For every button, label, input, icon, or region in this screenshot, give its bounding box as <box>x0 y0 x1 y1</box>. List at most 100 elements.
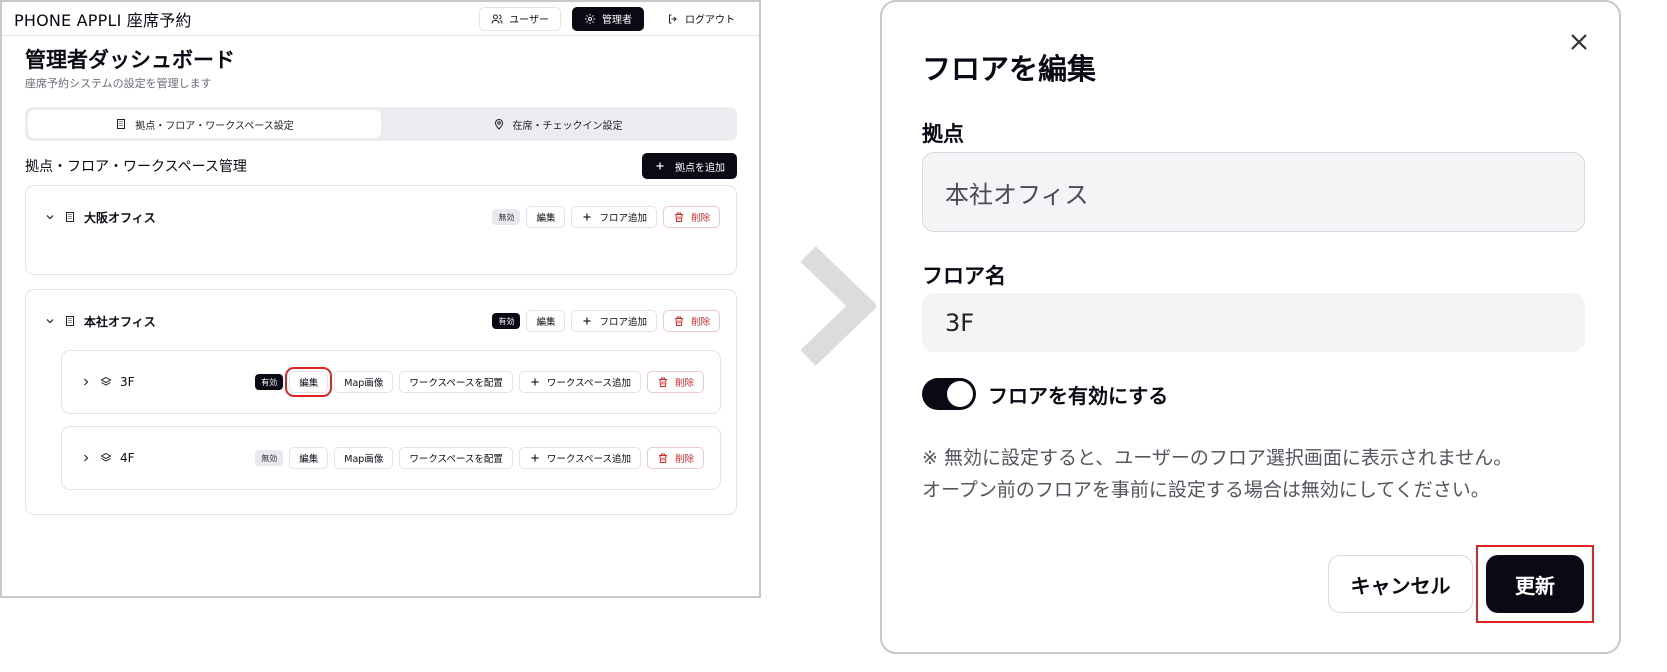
map-image-button[interactable]: Map画像 <box>334 371 394 393</box>
enable-floor-toggle[interactable] <box>922 378 976 410</box>
delete-floor-button[interactable]: 削除 <box>646 371 704 393</box>
edit-site-button[interactable]: 編集 <box>526 310 566 332</box>
note-line: オープン前のフロアを事前に設定する場合は無効にしてください。 <box>922 479 1490 501</box>
user-nav-label: ユーザー <box>509 15 549 26</box>
logout-label: ログアウト <box>685 15 735 26</box>
section-header: 拠点・フロア・ワークスペース管理 拠点を追加 <box>25 152 737 180</box>
close-icon[interactable] <box>1567 30 1591 54</box>
users-icon <box>491 13 503 25</box>
add-floor-label: フロア追加 <box>599 213 647 224</box>
delete-floor-button[interactable]: 削除 <box>646 447 704 469</box>
dialog-title: フロアを編集 <box>922 52 1097 86</box>
status-badge: 無効 <box>492 209 521 225</box>
page-title: 管理者ダッシュボード <box>25 48 235 72</box>
update-button[interactable]: 更新 <box>1486 555 1584 613</box>
add-floor-button[interactable]: フロア追加 <box>571 206 657 228</box>
building-icon <box>64 315 76 327</box>
admin-nav-label: 管理者 <box>602 15 632 26</box>
edit-site-button[interactable]: 編集 <box>526 206 566 228</box>
section-title: 拠点・フロア・ワークスペース管理 <box>25 159 247 175</box>
top-nav: ユーザー 管理者 ログアウト <box>479 6 747 31</box>
delete-label: 削除 <box>690 213 710 224</box>
cancel-button[interactable]: キャンセル <box>1328 555 1473 613</box>
site-row: 大阪オフィス 無効 編集 フロア追加 削除 <box>26 206 736 228</box>
add-workspace-label: ワークスペース追加 <box>546 454 631 465</box>
site-field-label: 拠点 <box>922 122 964 146</box>
delete-site-button[interactable]: 削除 <box>662 310 720 332</box>
site-card-osaka: 大阪オフィス 無効 編集 フロア追加 削除 <box>25 185 737 275</box>
plus-icon <box>581 315 593 327</box>
floor-card-3f: 3F 有効 編集 Map画像 ワークスペースを配置 ワークスペース追加 削除 <box>61 350 721 414</box>
tab-presence-checkin[interactable]: 在席・チェックイン設定 <box>381 110 734 138</box>
delete-label: 削除 <box>674 378 694 389</box>
logout-icon <box>667 13 679 25</box>
gear-icon <box>584 13 596 25</box>
plus-icon <box>529 376 541 388</box>
delete-label: 削除 <box>690 317 710 328</box>
map-image-button[interactable]: Map画像 <box>334 447 394 469</box>
add-workspace-button[interactable]: ワークスペース追加 <box>518 447 641 469</box>
floor-actions: 無効 編集 Map画像 ワークスペースを配置 ワークスペース追加 削除 <box>255 447 704 469</box>
chevron-right-icon[interactable] <box>80 452 92 464</box>
add-workspace-label: ワークスペース追加 <box>546 378 631 389</box>
app-title: PHONE APPLI 座席予約 <box>14 10 192 30</box>
toggle-knob <box>947 381 973 407</box>
user-nav-button[interactable]: ユーザー <box>479 6 561 31</box>
floor-name-label: フロア名 <box>922 264 1006 288</box>
page-subtitle: 座席予約システムの設定を管理します <box>25 77 212 90</box>
delete-site-button[interactable]: 削除 <box>662 206 720 228</box>
add-workspace-button[interactable]: ワークスペース追加 <box>518 371 641 393</box>
note-line: ※ 無効に設定すると、ユーザーのフロア選択画面に表示されません。 <box>922 447 1513 469</box>
floor-name: 4F <box>120 451 135 465</box>
location-pin-icon <box>493 118 505 130</box>
trash-icon <box>673 211 685 223</box>
trash-icon <box>657 376 669 388</box>
admin-dashboard-screen: PHONE APPLI 座席予約 ユーザー 管理者 ログアウト 管理者ダッシュボ… <box>0 0 761 598</box>
chevron-down-icon[interactable] <box>44 315 56 327</box>
chevron-right-icon <box>800 246 878 370</box>
floor-name: 3F <box>120 375 135 389</box>
building-icon <box>64 211 76 223</box>
tab-label: 在席・チェックイン設定 <box>512 120 623 132</box>
dashboard-header: 管理者ダッシュボード 座席予約システムの設定を管理します <box>2 36 759 91</box>
edit-floor-dialog: フロアを編集 拠点 本社オフィス フロア名 3F フロアを有効にする ※ 無効に… <box>880 0 1621 654</box>
tab-site-floor-workspace[interactable]: 拠点・フロア・ワークスペース設定 <box>28 110 381 138</box>
place-workspace-button[interactable]: ワークスペースを配置 <box>399 447 513 469</box>
trash-icon <box>657 452 669 464</box>
toggle-label: フロアを有効にする <box>988 383 1169 408</box>
delete-label: 削除 <box>674 454 694 465</box>
place-workspace-button[interactable]: ワークスペースを配置 <box>399 371 513 393</box>
add-floor-label: フロア追加 <box>599 317 647 328</box>
site-actions: 無効 編集 フロア追加 削除 <box>492 206 720 228</box>
site-actions: 有効 編集 フロア追加 削除 <box>492 310 720 332</box>
floor-name-input[interactable]: 3F <box>922 293 1585 352</box>
edit-floor-button[interactable]: 編集 <box>285 367 333 397</box>
status-badge: 有効 <box>255 374 284 390</box>
layers-icon <box>100 376 112 388</box>
status-badge: 無効 <box>255 450 284 466</box>
floor-row: 3F 有効 編集 Map画像 ワークスペースを配置 ワークスペース追加 削除 <box>62 367 720 397</box>
site-name: 大阪オフィス <box>84 210 156 225</box>
add-site-button[interactable]: 拠点を追加 <box>642 153 737 179</box>
admin-nav-button[interactable]: 管理者 <box>572 6 644 31</box>
layers-icon <box>100 452 112 464</box>
chevron-right-icon[interactable] <box>80 376 92 388</box>
add-floor-button[interactable]: フロア追加 <box>571 310 657 332</box>
edit-floor-button[interactable]: 編集 <box>289 447 329 469</box>
floor-row: 4F 無効 編集 Map画像 ワークスペースを配置 ワークスペース追加 削除 <box>62 447 720 469</box>
floor-actions: 有効 編集 Map画像 ワークスペースを配置 ワークスペース追加 削除 <box>255 367 704 397</box>
logout-button[interactable]: ログアウト <box>655 6 747 31</box>
floor-card-4f: 4F 無効 編集 Map画像 ワークスペースを配置 ワークスペース追加 削除 <box>61 426 721 490</box>
site-row: 本社オフィス 有効 編集 フロア追加 削除 <box>26 310 736 332</box>
tab-label: 拠点・フロア・ワークスペース設定 <box>135 120 294 132</box>
chevron-down-icon[interactable] <box>44 211 56 223</box>
site-field[interactable]: 本社オフィス <box>922 152 1585 232</box>
help-note: ※ 無効に設定すると、ユーザーのフロア選択画面に表示されません。 オープン前のフ… <box>922 442 1602 506</box>
plus-icon <box>529 452 541 464</box>
plus-icon <box>654 160 666 172</box>
site-name: 本社オフィス <box>84 314 156 329</box>
status-badge: 有効 <box>492 313 521 329</box>
site-card-hq: 本社オフィス 有効 編集 フロア追加 削除 3F 有効 編集 Map画像 ワーク… <box>25 289 737 515</box>
add-site-label: 拠点を追加 <box>675 162 725 174</box>
enable-floor-toggle-row: フロアを有効にする <box>922 378 1168 410</box>
